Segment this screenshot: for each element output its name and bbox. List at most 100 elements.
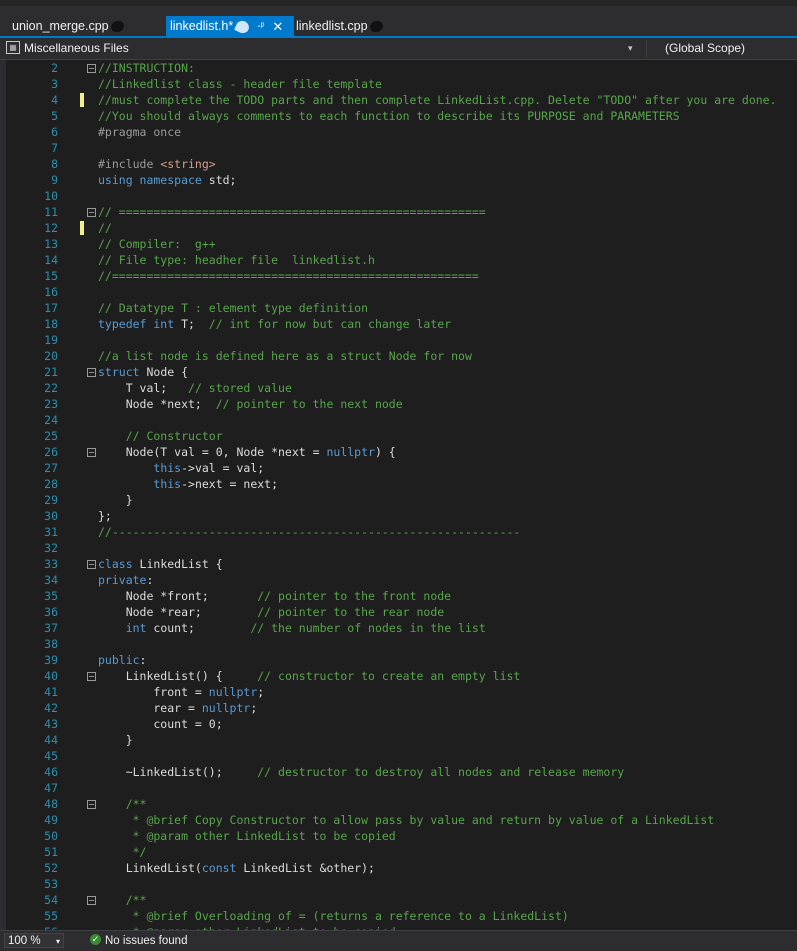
code-line[interactable]: 38 xyxy=(0,636,797,652)
collapse-icon[interactable]: − xyxy=(87,896,96,905)
code-text: private: xyxy=(98,572,153,588)
code-line[interactable]: 35 Node *front; // pointer to the front … xyxy=(0,588,797,604)
tab-union-merge-cpp[interactable]: union_merge.cpp xyxy=(0,16,160,36)
code-line[interactable]: 17 // Datatype T : element type definitio… xyxy=(0,300,797,316)
code-line[interactable]: 2 −//INSTRUCTION: xyxy=(0,60,797,76)
scope-dropdown[interactable]: (Global Scope) xyxy=(646,40,797,57)
code-line[interactable]: 33 − class LinkedList { xyxy=(0,556,797,572)
code-line[interactable]: 5 //You should always comments to each fu… xyxy=(0,108,797,124)
code-line[interactable]: 46 ~LinkedList(); // destructor to destr… xyxy=(0,764,797,780)
code-token: /** xyxy=(98,893,147,907)
code-text: * @brief Overloading of = (returns a ref… xyxy=(98,908,569,924)
line-number: 55 xyxy=(44,909,58,923)
code-line[interactable]: 55 * @brief Overloading of = (returns a … xyxy=(0,908,797,924)
code-line[interactable]: 3 //Linkedlist class - header file templa… xyxy=(0,76,797,92)
code-line[interactable]: 32 xyxy=(0,540,797,556)
code-token: // Datatype T : element type definition xyxy=(98,301,369,315)
code-line[interactable]: 49 * @brief Copy Constructor to allow pa… xyxy=(0,812,797,828)
project-dropdown[interactable]: ▦ Miscellaneous Files xyxy=(6,40,640,57)
code-line[interactable]: 36 Node *rear; // pointer to the rear no… xyxy=(0,604,797,620)
redaction-mark xyxy=(368,19,385,35)
code-editor[interactable]: 2−//INSTRUCTION: 3//Linkedlist class - he… xyxy=(0,60,797,930)
collapse-icon[interactable]: − xyxy=(87,560,96,569)
code-line[interactable]: 13 // Compiler: g++ xyxy=(0,236,797,252)
code-line[interactable]: 27 this->val = val; xyxy=(0,460,797,476)
code-line[interactable]: 31 //------------------------------------… xyxy=(0,524,797,540)
code-line[interactable]: 8 #include <string> xyxy=(0,156,797,172)
code-line[interactable]: 24 xyxy=(0,412,797,428)
tab-linkedlist-h[interactable]: linkedlist.h* -ᵖ ✕ xyxy=(166,16,294,36)
code-line[interactable]: 28 this->next = next; xyxy=(0,476,797,492)
code-token: private xyxy=(98,573,147,587)
code-line[interactable]: 20 //a list node is defined here as a str… xyxy=(0,348,797,364)
code-line[interactable]: 41 front = nullptr; xyxy=(0,684,797,700)
code-token: <string> xyxy=(160,157,216,171)
code-line[interactable]: 51 */ xyxy=(0,844,797,860)
code-line[interactable]: 37 int count; // the number of nodes in … xyxy=(0,620,797,636)
collapse-icon[interactable]: − xyxy=(87,800,96,809)
code-token: : xyxy=(146,573,154,587)
collapse-icon[interactable]: − xyxy=(87,448,96,457)
issues-indicator[interactable]: ✓ No issues found xyxy=(90,933,187,949)
line-number: 28 xyxy=(44,477,58,491)
pin-icon[interactable]: -ᵖ xyxy=(257,17,264,37)
code-token: ; xyxy=(257,685,265,699)
code-line[interactable]: 19 xyxy=(0,332,797,348)
collapse-icon[interactable]: − xyxy=(87,672,96,681)
code-line[interactable]: 50 * @param other LinkedList to be copie… xyxy=(0,828,797,844)
tab-linkedlist-cpp[interactable]: linkedlist.cpp xyxy=(290,16,406,36)
code-line[interactable]: 16 xyxy=(0,284,797,300)
line-number: 21 xyxy=(44,365,58,379)
code-line[interactable]: 22 T val; // stored value xyxy=(0,380,797,396)
code-line[interactable]: 11 −// ==================================… xyxy=(0,204,797,220)
close-icon[interactable]: ✕ xyxy=(272,17,283,37)
code-line[interactable]: 52 LinkedList(const LinkedList &other); xyxy=(0,860,797,876)
collapse-icon[interactable]: − xyxy=(87,368,96,377)
code-line[interactable]: 14 // File type: headher file linkedlist.… xyxy=(0,252,797,268)
code-line[interactable]: 18 typedef int T; // int for now but can … xyxy=(0,316,797,332)
line-number: 33 xyxy=(44,557,58,571)
code-text: //must complete the TODO parts and then … xyxy=(98,92,777,108)
line-number: 49 xyxy=(44,813,58,827)
code-token: : xyxy=(139,653,147,667)
code-token: using namespace xyxy=(98,173,209,187)
collapse-icon[interactable]: − xyxy=(87,208,96,217)
code-line[interactable]: 42 rear = nullptr; xyxy=(0,700,797,716)
code-line[interactable]: 39 public: xyxy=(0,652,797,668)
project-icon: ▦ xyxy=(6,41,20,55)
code-line[interactable]: 21 − struct Node { xyxy=(0,364,797,380)
code-line[interactable]: 53 xyxy=(0,876,797,892)
code-line[interactable]: 15 //====================================… xyxy=(0,268,797,284)
collapse-icon[interactable]: − xyxy=(87,64,96,73)
code-line[interactable]: 6 #pragma once xyxy=(0,124,797,140)
code-line[interactable]: 48 − /** xyxy=(0,796,797,812)
code-text: using namespace std; xyxy=(98,172,236,188)
code-line[interactable]: 25 // Constructor xyxy=(0,428,797,444)
code-line[interactable]: 47 xyxy=(0,780,797,796)
code-line[interactable]: 29 } xyxy=(0,492,797,508)
code-line[interactable]: 23 Node *next; // pointer to the next no… xyxy=(0,396,797,412)
code-line[interactable]: 44 } xyxy=(0,732,797,748)
code-line[interactable]: 34 private: xyxy=(0,572,797,588)
line-number: 13 xyxy=(44,237,58,251)
code-line[interactable]: 9 using namespace std; xyxy=(0,172,797,188)
code-line[interactable]: 7 xyxy=(0,140,797,156)
code-line[interactable]: 4 //must complete the TODO parts and then… xyxy=(0,92,797,108)
code-line[interactable]: 26 − Node(T val = 0, Node *next = nullptr… xyxy=(0,444,797,460)
code-line[interactable]: 45 xyxy=(0,748,797,764)
code-line[interactable]: 10 xyxy=(0,188,797,204)
code-line[interactable]: 12 // xyxy=(0,220,797,236)
code-text: count = 0; xyxy=(98,716,223,732)
code-token: // stored value xyxy=(188,381,292,395)
code-token: count = 0; xyxy=(98,717,223,731)
zoom-dropdown[interactable]: 100 % ▾ xyxy=(4,933,64,948)
code-token: LinkedList( xyxy=(98,861,202,875)
code-line[interactable]: 40 − LinkedList() { // constructor to cre… xyxy=(0,668,797,684)
chevron-down-icon[interactable]: ▾ xyxy=(628,40,633,57)
code-text: // Datatype T : element type definition xyxy=(98,300,368,316)
code-line[interactable]: 43 count = 0; xyxy=(0,716,797,732)
code-token: typedef int xyxy=(98,317,182,331)
code-line[interactable]: 30}; xyxy=(0,508,797,524)
line-number: 6 xyxy=(51,125,58,139)
code-line[interactable]: 54 − /** xyxy=(0,892,797,908)
